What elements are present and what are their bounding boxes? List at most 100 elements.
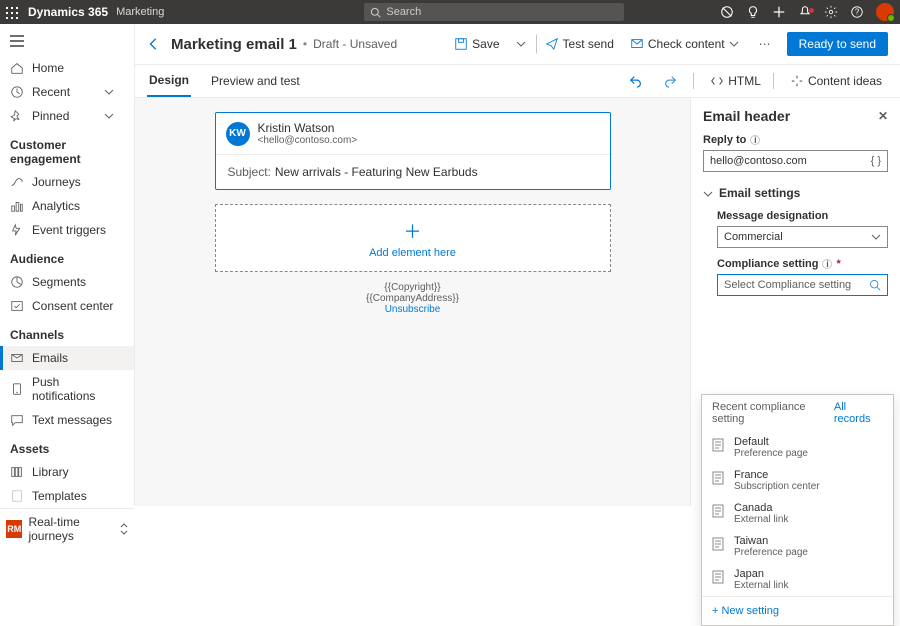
properties-panel: Email header ✕ Reply to i hello@contoso.… — [690, 98, 900, 506]
msg-designation-select[interactable]: Commercial — [717, 226, 888, 248]
compliance-option[interactable]: France Subscription center — [702, 464, 893, 497]
info-icon[interactable]: i — [822, 259, 832, 269]
lightbulb-icon[interactable] — [740, 5, 766, 20]
email-settings-section[interactable]: Email settings — [703, 186, 888, 200]
compliance-option[interactable]: Taiwan Preference page — [702, 530, 893, 563]
check-icon — [630, 37, 644, 51]
nav-consent-label: Consent center — [32, 299, 113, 313]
home-icon — [10, 61, 24, 75]
test-send-button[interactable]: Test send — [536, 34, 620, 54]
compliance-lookup[interactable]: Select Compliance setting — [717, 274, 888, 296]
ready-to-send-button[interactable]: Ready to send — [787, 32, 888, 56]
user-avatar[interactable] — [876, 3, 894, 21]
journey-icon — [10, 175, 24, 189]
email-icon — [10, 351, 24, 365]
footer-address: {{CompanyAddress}} — [175, 293, 650, 304]
nav-consent-center[interactable]: Consent center — [0, 294, 134, 318]
tab-preview[interactable]: Preview and test — [209, 66, 302, 96]
nav-journeys[interactable]: Journeys — [0, 170, 134, 194]
add-element-zone[interactable]: ＋ Add element here — [215, 204, 611, 272]
global-search-input[interactable]: Search — [364, 3, 624, 21]
msg-designation-label: Message designation — [717, 210, 828, 222]
nav-segments[interactable]: Segments — [0, 270, 134, 294]
compliance-dropdown: Recent compliance setting All records De… — [701, 394, 894, 626]
nav-text-messages[interactable]: Text messages — [0, 408, 134, 432]
email-footer: {{Copyright}} {{CompanyAddress}} Unsubsc… — [175, 282, 650, 315]
updown-icon — [120, 523, 128, 535]
sparkle-icon — [790, 74, 804, 88]
msg-designation-value: Commercial — [724, 231, 783, 243]
hamburger-icon[interactable] — [0, 24, 134, 56]
more-button[interactable]: ⋯ — [753, 34, 777, 54]
template-icon — [10, 489, 24, 503]
tab-design[interactable]: Design — [147, 65, 191, 97]
analytics-icon — [10, 199, 24, 213]
add-icon[interactable] — [766, 5, 792, 20]
nav-pinned-label: Pinned — [32, 109, 69, 123]
code-icon — [710, 74, 724, 88]
svg-text:?: ? — [855, 8, 860, 17]
test-send-label: Test send — [563, 37, 614, 51]
nav-emails[interactable]: Emails — [0, 346, 134, 370]
redo-button[interactable] — [657, 70, 687, 92]
close-panel-button[interactable]: ✕ — [878, 109, 888, 123]
option-primary: Default — [734, 436, 808, 448]
nav-library[interactable]: Library — [0, 460, 134, 484]
nav-analytics[interactable]: Analytics — [0, 194, 134, 218]
option-secondary: External link — [734, 514, 788, 525]
assistant-icon[interactable] — [714, 5, 740, 20]
compliance-option[interactable]: Canada External link — [702, 497, 893, 530]
ideas-label: Content ideas — [808, 74, 882, 88]
settings-icon[interactable] — [818, 5, 844, 20]
check-content-button[interactable]: Check content — [624, 34, 749, 54]
option-primary: Taiwan — [734, 535, 808, 547]
nav-home[interactable]: Home — [0, 56, 134, 80]
compliance-option[interactable]: Japan External link — [702, 563, 893, 596]
help-icon[interactable]: ? — [844, 5, 870, 20]
page-status: Draft - Unsaved — [313, 37, 397, 51]
info-icon[interactable]: i — [750, 135, 760, 145]
main-area: Marketing email 1 • Draft - Unsaved Save… — [135, 24, 900, 506]
back-button[interactable] — [147, 37, 161, 52]
nav-section-audience: Audience — [0, 242, 134, 270]
html-button[interactable]: HTML — [704, 70, 767, 92]
nav-recent[interactable]: Recent — [0, 80, 134, 104]
nav-library-label: Library — [32, 465, 69, 479]
reply-to-value: hello@contoso.com — [710, 155, 807, 167]
brand-name: Dynamics 365 — [24, 5, 108, 19]
option-primary: Japan — [734, 568, 788, 580]
email-canvas: KW Kristin Watson <hello@contoso.com> Su… — [135, 98, 690, 506]
undo-button[interactable] — [623, 70, 653, 92]
nav-event-triggers[interactable]: Event triggers — [0, 218, 134, 242]
save-chevron[interactable] — [510, 36, 532, 52]
dropdown-all-records[interactable]: All records — [834, 401, 883, 425]
record-icon — [712, 570, 726, 584]
compliance-value: Select Compliance setting — [724, 279, 851, 291]
plus-icon: ＋ — [404, 218, 422, 244]
trigger-icon — [10, 223, 24, 237]
nav-push[interactable]: Push notifications — [0, 370, 134, 408]
compliance-option[interactable]: Default Preference page — [702, 431, 893, 464]
add-element-label: Add element here — [369, 247, 456, 259]
personalization-icon[interactable]: { } — [871, 155, 881, 167]
sender-address: <hello@contoso.com> — [258, 135, 358, 146]
nav-segments-label: Segments — [32, 275, 86, 289]
email-header-card[interactable]: KW Kristin Watson <hello@contoso.com> Su… — [215, 112, 611, 190]
email-settings-label: Email settings — [719, 186, 800, 200]
app-launcher-icon[interactable] — [0, 5, 24, 19]
dropdown-new-setting[interactable]: + New setting — [702, 596, 893, 625]
search-icon[interactable] — [869, 279, 881, 291]
save-button[interactable]: Save — [448, 34, 505, 54]
option-secondary: External link — [734, 580, 788, 591]
save-label: Save — [472, 37, 499, 51]
reply-to-input[interactable]: hello@contoso.com { } — [703, 150, 888, 172]
nav-area-switcher[interactable]: RM Real-time journeys — [0, 508, 134, 549]
nav-templates[interactable]: Templates — [0, 484, 134, 508]
option-secondary: Preference page — [734, 448, 808, 459]
content-ideas-button[interactable]: Content ideas — [784, 70, 888, 92]
notifications-icon[interactable] — [792, 5, 818, 20]
footer-unsubscribe[interactable]: Unsubscribe — [175, 304, 650, 315]
nav-pinned[interactable]: Pinned — [0, 104, 134, 128]
nav-text-label: Text messages — [32, 413, 112, 427]
brand-subname: Marketing — [108, 6, 164, 18]
